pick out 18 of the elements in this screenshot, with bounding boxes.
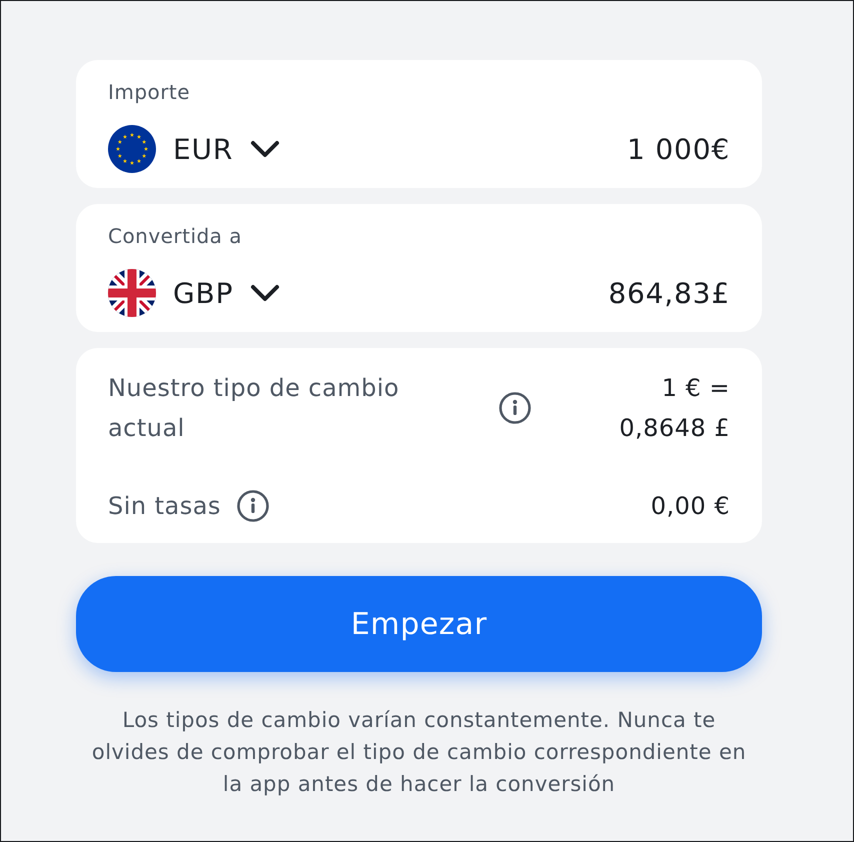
detail-label: Nuestro tipo de cambio actual — [108, 373, 400, 444]
field-label: Importe — [108, 79, 192, 106]
info-icon[interactable] — [499, 392, 531, 424]
amount-input[interactable]: 1 000€ — [470, 129, 730, 169]
detail-value: 1 € = 0,8648 £ — [618, 373, 730, 444]
info-icon[interactable] — [236, 490, 269, 522]
chevron-icon — [250, 140, 280, 158]
detail-value: 0,00 € — [650, 491, 730, 522]
chevron-icon — [250, 284, 280, 302]
disclaimer-text: Los tipos de cambio varían constantemente. Nunca te olvides de comprobar el tipo de cambio correspondiente en la app antes de hacer la conversión — [90, 707, 748, 798]
currency-dropdown[interactable]: GBP — [108, 269, 280, 317]
cross-flag-icon — [108, 269, 156, 317]
currency-dropdown[interactable]: EUR — [108, 125, 280, 173]
field-label: Convertida a — [108, 223, 243, 250]
start-button[interactable]: Empezar — [76, 576, 762, 672]
amount-input[interactable]: 864,83£ — [470, 273, 730, 313]
star-circle-flag-icon — [108, 125, 156, 173]
detail-label: Sin tasas — [108, 491, 221, 522]
